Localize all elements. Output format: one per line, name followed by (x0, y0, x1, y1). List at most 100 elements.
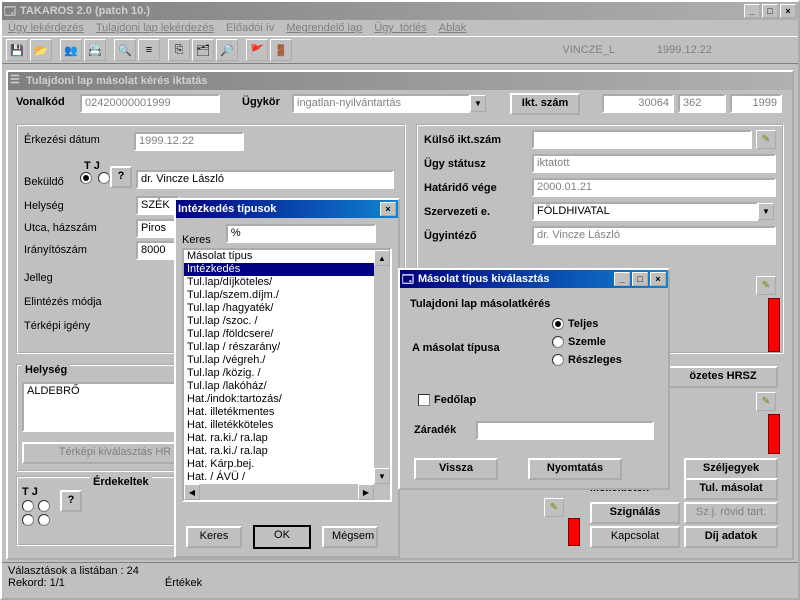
menu-eloadoi[interactable]: Előadói ív (226, 22, 274, 34)
list-item[interactable]: Hat./indok:tartozás/ (184, 393, 390, 406)
maximize-button[interactable]: □ (762, 4, 778, 18)
list-item[interactable]: Másolat típus (184, 250, 390, 263)
tool-find-icon[interactable]: 🔎 (216, 39, 238, 61)
toolbar-date: 1999.12.22 (657, 44, 712, 56)
fedolap-checkbox[interactable]: Fedőlap (418, 394, 476, 406)
tool-folder-icon[interactable]: 📂 (30, 39, 52, 61)
list-item[interactable]: Hat. ra.ki./ ra.lap (184, 445, 390, 458)
list-item[interactable]: Hat. ra.ki./ ra.lap (184, 432, 390, 445)
menu-ablak[interactable]: Ablak (439, 22, 467, 34)
menu-ugytorles[interactable]: Ügy_törlés (374, 22, 427, 34)
status-field: iktatott (532, 154, 776, 173)
radio-reszleges[interactable]: Részleges (552, 354, 622, 366)
szignalas-button[interactable]: Szignálás (590, 502, 680, 524)
radio3-j[interactable] (38, 514, 50, 526)
popup2-titlebar: 🗔 Másolat típus kiválasztás _ □ × (400, 270, 668, 288)
list-item[interactable]: Tul.lap /szoc. / (184, 315, 390, 328)
vonalkod-field[interactable]: 02420000001999 (80, 94, 220, 113)
scroll-left-icon[interactable]: ◀ (184, 484, 200, 500)
list-item[interactable]: Tul.lap/szem.díjm./ (184, 289, 390, 302)
list-scrollbar[interactable]: ▲ ▼ (374, 250, 390, 500)
close-button[interactable]: × (780, 4, 796, 18)
menu-tulajdoni[interactable]: Tulajdoni lap lekérdezés (96, 22, 214, 34)
erkezesi-field[interactable]: 1999.12.22 (134, 132, 244, 151)
list-item[interactable]: Hat. illetékmentes (184, 406, 390, 419)
bekuldo-label: Beküldő (24, 176, 64, 188)
radio3-t[interactable] (22, 514, 34, 526)
terkepi-label: Térképi igény (24, 320, 90, 332)
irsz-label: Irányítószám (24, 244, 87, 256)
list-hscrollbar[interactable]: ◀ ▶ (184, 484, 374, 500)
helyseg-label: Helység (24, 200, 64, 212)
iktszam-button[interactable]: Ikt. szám (510, 93, 580, 115)
scroll-up-icon[interactable]: ▲ (374, 250, 390, 266)
list-item[interactable]: Tul.lap /végreh./ (184, 354, 390, 367)
ikt1-field: 30064 (602, 94, 674, 113)
zaradek-field[interactable] (476, 421, 654, 440)
tool-card-icon[interactable]: 📇 (84, 39, 106, 61)
kapcsolat-button[interactable]: Kapcsolat (590, 526, 680, 548)
tool-folder2-icon[interactable]: 🗂 (192, 39, 214, 61)
menu-ugy-lekerdezes[interactable]: Ügy lekérdezés (8, 22, 84, 34)
popup2-max-icon[interactable]: □ (632, 272, 648, 286)
hatarido-field: 2000.01.21 (532, 178, 776, 197)
popup1-ok-button[interactable]: OK (254, 526, 310, 548)
red-indicator-3 (568, 518, 580, 546)
ugykor-dropdown-icon[interactable]: ▼ (470, 95, 486, 112)
help2-button[interactable]: ? (60, 490, 82, 512)
szerv-field[interactable]: FÖLDHIVATAL (532, 202, 758, 221)
popup1-megsem-button[interactable]: Mégsem (322, 526, 378, 548)
help-button[interactable]: ? (110, 166, 132, 188)
list-item[interactable]: Tul.lap /földcsere/ (184, 328, 390, 341)
tool-flag-icon[interactable]: 🚩 (246, 39, 268, 61)
keres-field[interactable]: % (226, 224, 376, 243)
scroll-down-icon[interactable]: ▼ (374, 468, 390, 484)
tool-list-icon[interactable]: ≡ (138, 39, 160, 61)
list-item[interactable]: Hat. Kárp.bej. (184, 458, 390, 471)
radio-t[interactable] (80, 172, 92, 184)
kulso-field[interactable] (532, 130, 752, 149)
szerv-dropdown-icon[interactable]: ▼ (758, 203, 774, 220)
menu-megrendelo[interactable]: Megrendelő lap (286, 22, 362, 34)
minimize-button[interactable]: _ (744, 4, 760, 18)
radio-j[interactable] (98, 172, 110, 184)
ugykor-field[interactable]: ingatlan-nyilvántartás (292, 94, 470, 113)
bekuldo-field[interactable]: dr. Vincze László (136, 170, 394, 189)
intezkedes-listbox[interactable]: Másolat típusIntézkedésTul.lap/díjkötele… (182, 248, 392, 502)
popup2-min-icon[interactable]: _ (614, 272, 630, 286)
jelleg-label: Jelleg (24, 272, 53, 284)
list-item[interactable]: Intézkedés (184, 263, 390, 276)
kulso-edit-icon[interactable]: ✎ (756, 130, 776, 149)
tool-copy-icon[interactable]: ⎘ (168, 39, 190, 61)
edit3-icon[interactable]: ✎ (756, 392, 776, 411)
popup2-close-icon[interactable]: × (650, 272, 666, 286)
nyomtatas-button[interactable]: Nyomtatás (528, 458, 622, 480)
tool-exit-icon[interactable]: 🚪 (270, 39, 292, 61)
popup1-close-icon[interactable]: × (380, 202, 396, 216)
edit-mellek-icon[interactable]: ✎ (544, 498, 564, 517)
list-item[interactable]: Tul.lap /lakóház/ (184, 380, 390, 393)
tool-users-icon[interactable]: 👥 (60, 39, 82, 61)
edit2-icon[interactable]: ✎ (756, 276, 776, 295)
status-line1: Választások a listában : 24 (8, 565, 792, 577)
tool-save-icon[interactable]: 💾 (6, 39, 28, 61)
radio-szemle[interactable]: Szemle (552, 336, 622, 348)
list-item[interactable]: Hat. / ÁVÜ / (184, 471, 390, 484)
dijadatok-button[interactable]: Díj adatok (684, 526, 778, 548)
tool-search-icon[interactable]: 🔍 (114, 39, 136, 61)
radio-teljes[interactable]: Teljes (552, 318, 622, 330)
list-item[interactable]: Hat. illetékköteles (184, 419, 390, 432)
radio2-j[interactable] (38, 500, 50, 512)
list-item[interactable]: Tul.lap /hagyaték/ (184, 302, 390, 315)
radio2-t[interactable] (22, 500, 34, 512)
tulmasolat-button[interactable]: Tul. másolat (684, 478, 778, 500)
vissza-button[interactable]: Vissza (414, 458, 498, 480)
elozetes-hrsz-button[interactable]: özetes HRSZ (668, 366, 778, 388)
scroll-right-icon[interactable]: ▶ (358, 484, 374, 500)
popup1-keres-button[interactable]: Keres (186, 526, 242, 548)
szeljegyek-button[interactable]: Széljegyek (684, 458, 778, 480)
list-item[interactable]: Tul.lap / részarány/ (184, 341, 390, 354)
list-item[interactable]: Tul.lap /közig. / (184, 367, 390, 380)
list-item[interactable]: Tul.lap/díjköteles/ (184, 276, 390, 289)
szjrovid-button[interactable]: Sz.j. rövid tart. (684, 502, 778, 524)
